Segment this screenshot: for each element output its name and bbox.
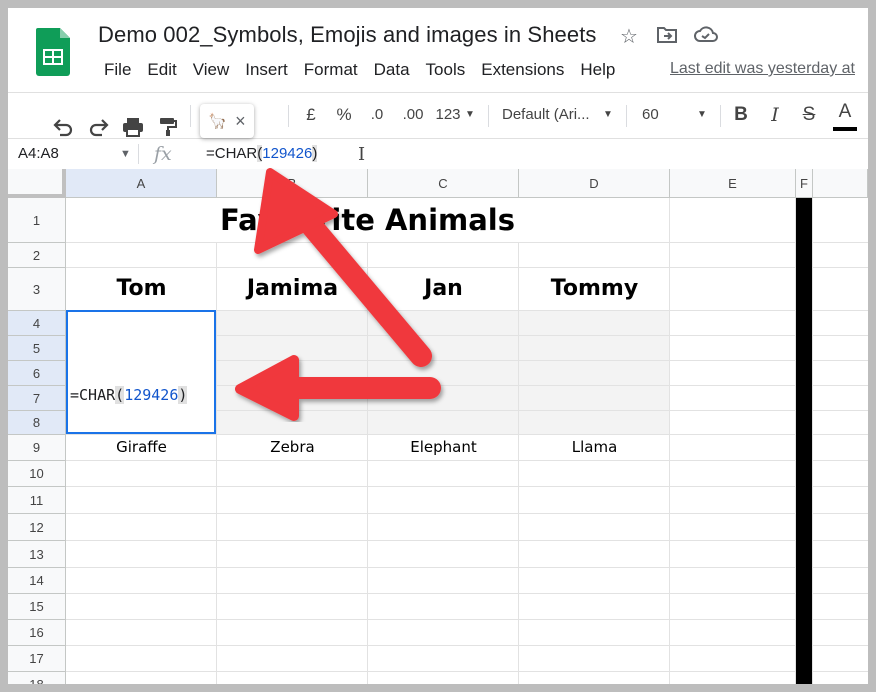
row-header-5[interactable]: 5: [8, 336, 66, 361]
currency-format-button[interactable]: £: [300, 93, 322, 137]
menu-help[interactable]: Help: [572, 58, 623, 82]
name-cell-jamima[interactable]: Jamima: [217, 267, 368, 310]
name-box[interactable]: A4:A8: [18, 139, 59, 169]
cell-formula-argument: 129426: [124, 386, 179, 404]
animal-cell-giraffe[interactable]: Giraffe: [66, 434, 217, 460]
row-header-4[interactable]: 4: [8, 311, 66, 336]
title-cell[interactable]: Favourite Animals: [66, 198, 669, 242]
toolbar-separator: [190, 105, 191, 127]
row-header-8[interactable]: 8: [8, 411, 66, 435]
close-icon[interactable]: ×: [235, 111, 246, 132]
spreadsheet-grid: A B C D E F 1 2 3 4 5 6 7 8 9 10 11 12 1…: [8, 169, 868, 684]
menu-format[interactable]: Format: [296, 58, 366, 82]
percent-format-button[interactable]: %: [332, 93, 356, 137]
animal-cell-elephant[interactable]: Elephant: [368, 434, 519, 460]
cell-formula-close-paren: ): [178, 386, 188, 404]
decrease-decimal-button[interactable]: .0: [364, 93, 390, 137]
formula-input[interactable]: =CHAR(129426): [206, 139, 318, 169]
toolbar-separator: [488, 105, 489, 127]
text-color-swatch: [833, 127, 857, 131]
chevron-down-icon[interactable]: ▼: [120, 139, 131, 169]
gray-fill-range: [216, 310, 669, 434]
italic-button[interactable]: I: [764, 93, 786, 137]
font-select[interactable]: Default (Ari...: [502, 93, 598, 137]
llama-emoji: 🦙: [208, 113, 228, 130]
cell-formula-open-paren: (: [115, 386, 125, 404]
toolbar-separator: [720, 105, 721, 127]
row-header-2[interactable]: 2: [8, 243, 66, 268]
row-header-6[interactable]: 6: [8, 361, 66, 386]
row-header-9[interactable]: 9: [8, 435, 66, 461]
menu-extensions[interactable]: Extensions: [473, 58, 572, 82]
cell-formula-function: =CHAR: [70, 386, 116, 404]
menu-edit[interactable]: Edit: [139, 58, 184, 82]
formula-close-paren: ): [312, 145, 318, 162]
toolbar-separator: [626, 105, 627, 127]
toolbar-separator: [288, 105, 289, 127]
row-header-18[interactable]: 18: [8, 672, 66, 684]
chevron-down-icon[interactable]: ▼: [602, 93, 614, 137]
row-header-1[interactable]: 1: [8, 198, 66, 243]
menu-data[interactable]: Data: [366, 58, 418, 82]
row-header-16[interactable]: 16: [8, 620, 66, 646]
menu-insert[interactable]: Insert: [237, 58, 296, 82]
formula-function: =CHAR: [206, 145, 258, 162]
formula-argument: 129426: [262, 145, 313, 162]
bold-button[interactable]: B: [730, 93, 752, 137]
row-header-10[interactable]: 10: [8, 461, 66, 487]
animal-cell-zebra[interactable]: Zebra: [217, 434, 368, 460]
column-header-d[interactable]: D: [519, 169, 670, 198]
chevron-down-icon[interactable]: ▼: [696, 93, 708, 137]
emoji-smart-chip[interactable]: 🦙 ×: [200, 104, 254, 138]
menu-bar: File Edit View Insert Format Data Tools …: [96, 58, 623, 82]
last-edit-link[interactable]: Last edit was yesterday at: [670, 60, 855, 78]
selected-range-a4-a8[interactable]: [66, 310, 216, 434]
column-header-f[interactable]: F: [796, 169, 813, 198]
name-cell-tommy[interactable]: Tommy: [519, 267, 670, 310]
name-cell-jan[interactable]: Jan: [368, 267, 519, 310]
star-icon[interactable]: ☆: [620, 24, 638, 49]
menu-tools[interactable]: Tools: [418, 58, 474, 82]
move-to-folder-icon[interactable]: [656, 26, 678, 44]
row-header-15[interactable]: 15: [8, 594, 66, 620]
menu-file[interactable]: File: [96, 58, 139, 82]
row-header-13[interactable]: 13: [8, 541, 66, 568]
document-title[interactable]: Demo 002_Symbols, Emojis and images in S…: [98, 22, 597, 48]
strikethrough-button[interactable]: S: [798, 93, 820, 137]
sheets-logo-icon[interactable]: [36, 28, 70, 76]
row-header-11[interactable]: 11: [8, 487, 66, 514]
name-cell-tom[interactable]: Tom: [66, 267, 217, 310]
cloud-saved-icon[interactable]: [694, 26, 718, 44]
cell-formula-text[interactable]: =CHAR(129426): [70, 386, 188, 404]
font-size-select[interactable]: 60: [642, 93, 666, 137]
toolbar: £ % .0 .00 123 ▼ Default (Ari... ▼ 60 ▼ …: [8, 92, 868, 137]
column-header-g[interactable]: [813, 169, 868, 198]
select-all-corner[interactable]: [8, 169, 66, 198]
text-cursor-icon: I: [358, 144, 366, 165]
column-header-a[interactable]: A: [66, 169, 217, 198]
animal-cell-llama[interactable]: Llama: [519, 434, 670, 460]
row-header-17[interactable]: 17: [8, 646, 66, 672]
column-header-c[interactable]: C: [368, 169, 519, 198]
chevron-down-icon[interactable]: ▼: [464, 93, 476, 137]
increase-decimal-button[interactable]: .00: [398, 93, 428, 137]
menu-view[interactable]: View: [185, 58, 238, 82]
app-window: Demo 002_Symbols, Emojis and images in S…: [8, 8, 868, 684]
more-formats-button[interactable]: 123: [432, 93, 464, 137]
row-header-14[interactable]: 14: [8, 568, 66, 594]
fx-icon: fx: [154, 143, 172, 165]
row-header-3[interactable]: 3: [8, 268, 66, 311]
formula-bar-separator: [138, 144, 139, 164]
formula-bar: A4:A8 ▼ fx =CHAR(129426) I: [8, 138, 868, 170]
column-header-b[interactable]: B: [217, 169, 368, 198]
row-header-12[interactable]: 12: [8, 514, 66, 541]
row-header-7[interactable]: 7: [8, 386, 66, 411]
frozen-black-column: [796, 198, 812, 684]
column-header-e[interactable]: E: [670, 169, 796, 198]
